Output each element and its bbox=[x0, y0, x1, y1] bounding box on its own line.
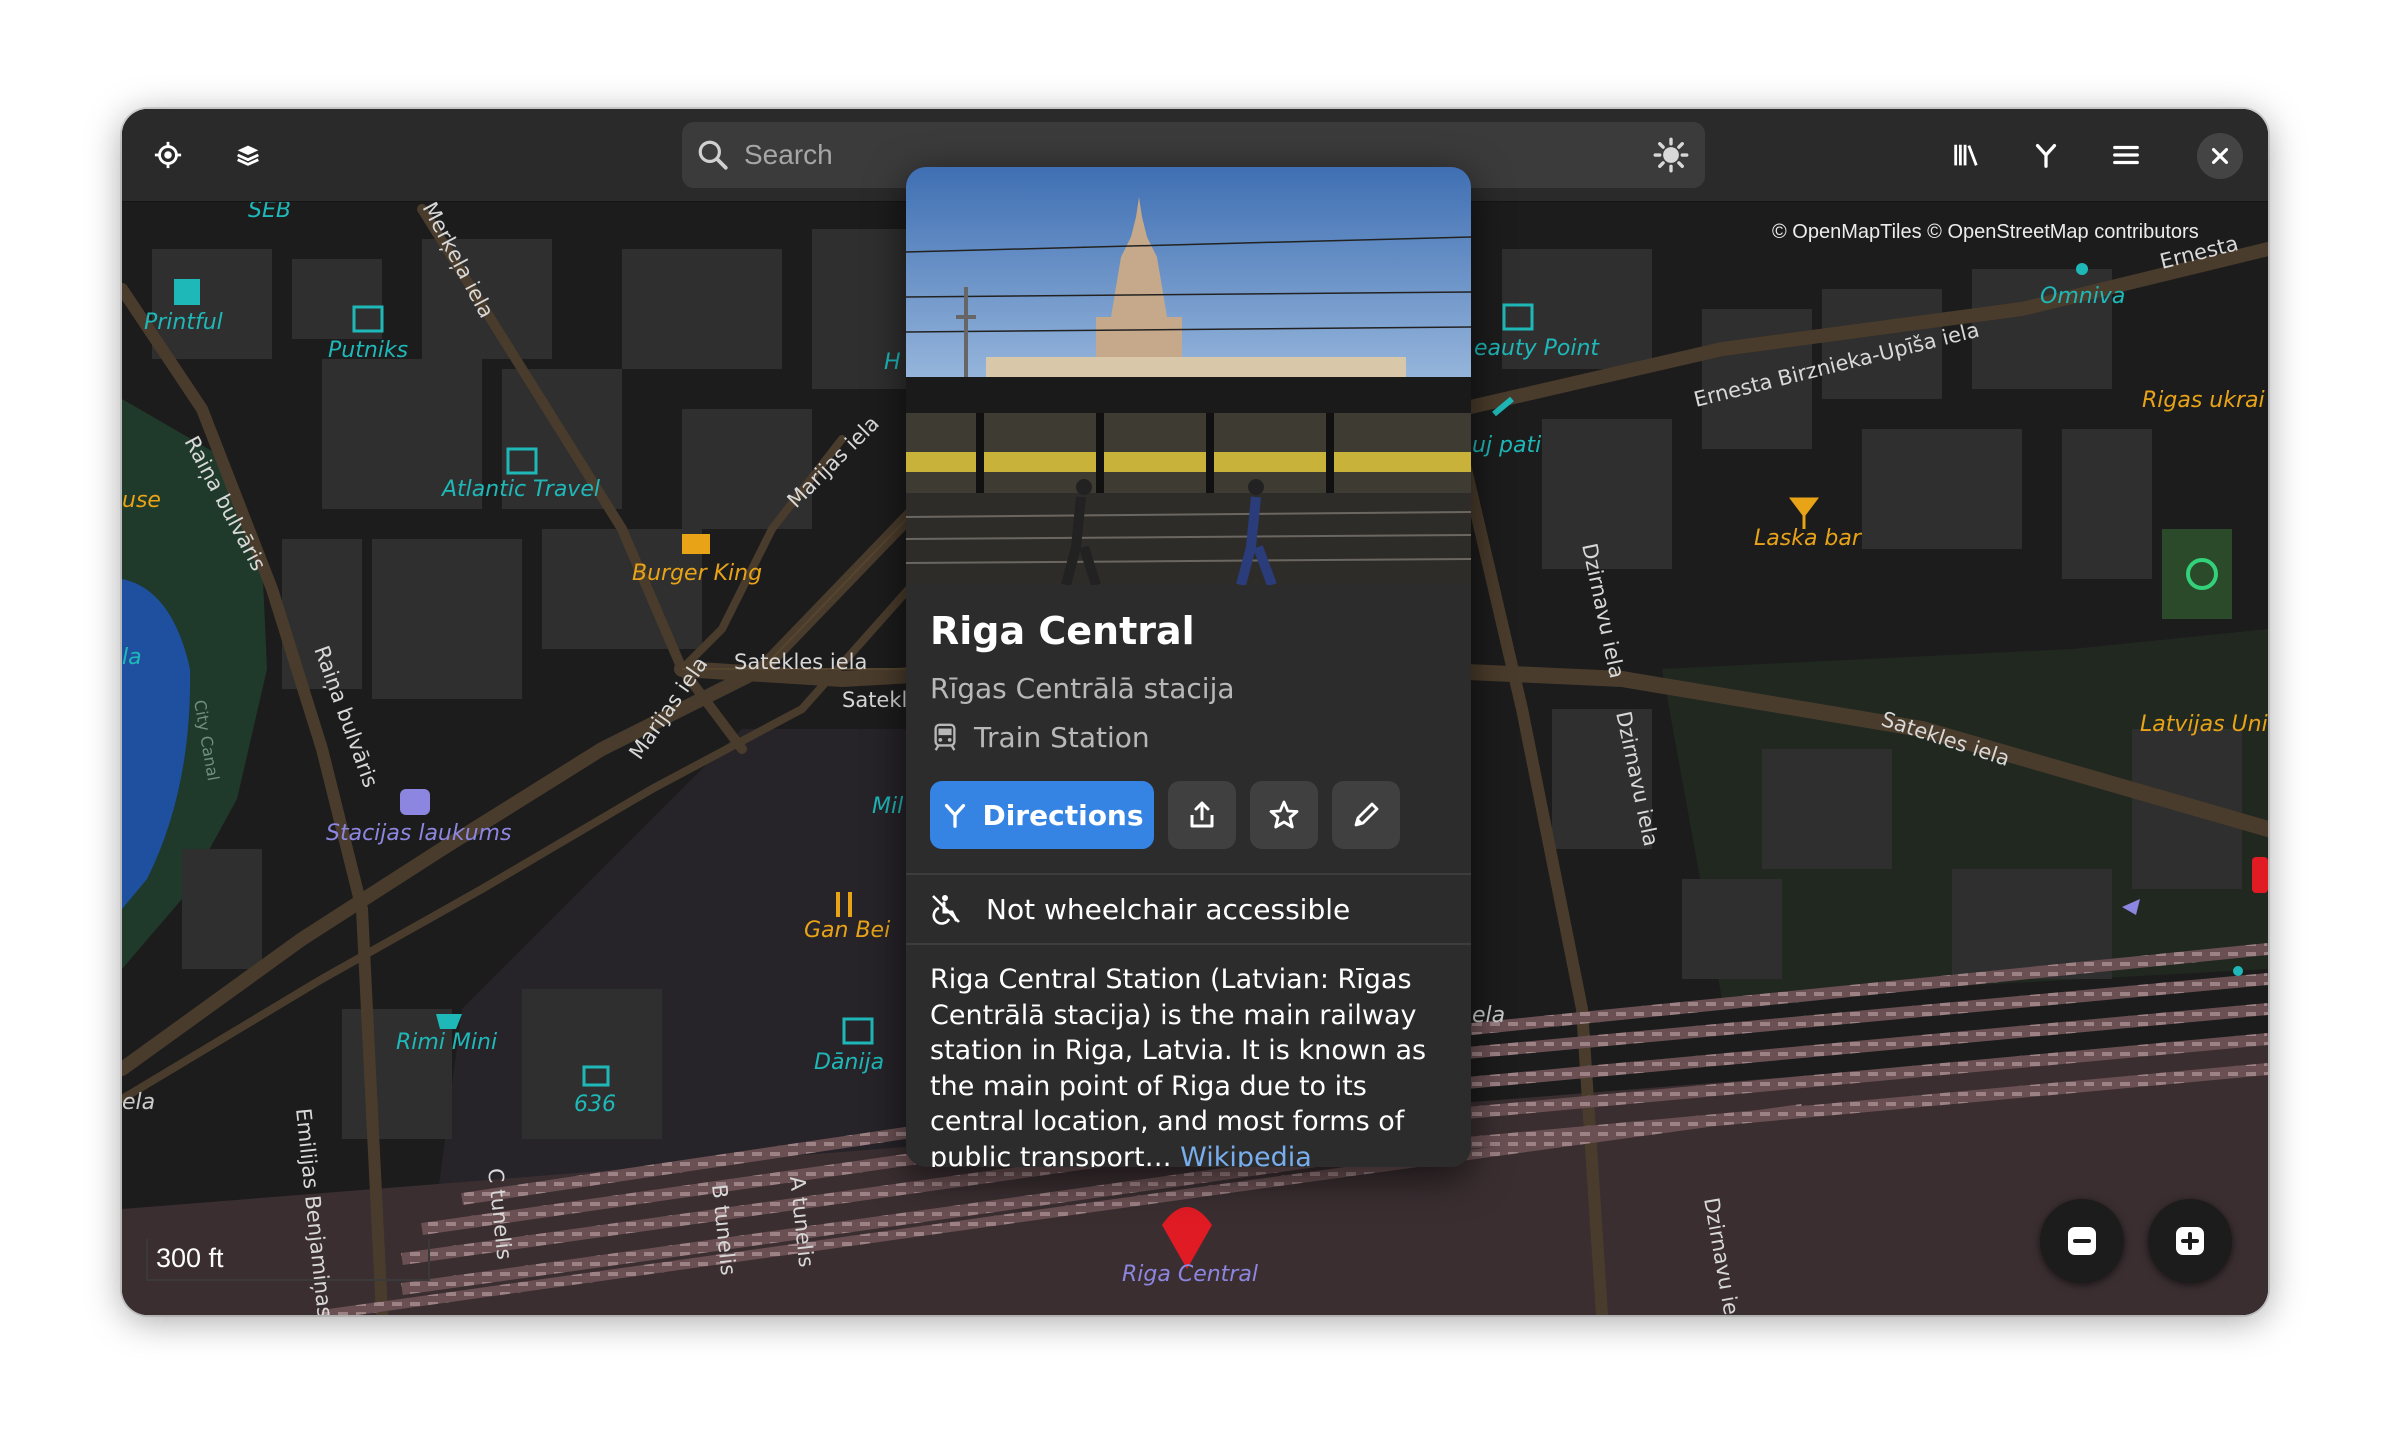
wheelchair-not-accessible-icon bbox=[932, 895, 960, 925]
library-button[interactable] bbox=[1942, 131, 1990, 179]
poi-label: 636 bbox=[574, 1092, 616, 1117]
route-icon bbox=[945, 803, 966, 828]
poi-label: Latvijas Univ bbox=[2140, 712, 2268, 737]
zoom-out-icon bbox=[2068, 1227, 2096, 1255]
hamburger-menu-icon bbox=[2113, 145, 2139, 165]
share-icon bbox=[1190, 801, 1214, 828]
marker-label: Riga Central bbox=[1122, 1262, 1258, 1287]
poi-label: Printful bbox=[144, 310, 223, 335]
poi-label: ela bbox=[1472, 1003, 1505, 1028]
main-menu-button[interactable] bbox=[2102, 131, 2150, 179]
train-icon bbox=[934, 723, 956, 751]
place-type: Train Station bbox=[930, 719, 1150, 755]
poi-label: Burger King bbox=[632, 561, 762, 586]
place-photo bbox=[906, 167, 1471, 585]
place-type-label: Train Station bbox=[974, 720, 1150, 754]
poi-label: la bbox=[122, 645, 142, 670]
poi-label: Rimi Mini bbox=[396, 1030, 497, 1055]
route-icon bbox=[2035, 143, 2057, 168]
place-native-name: Rīgas Centrālā stacija bbox=[930, 672, 1235, 705]
separator bbox=[906, 873, 1471, 875]
poi-label: Putniks bbox=[328, 338, 408, 363]
close-window-button[interactable] bbox=[2197, 133, 2243, 179]
poi-label: Mil bbox=[872, 794, 903, 819]
place-description: Riga Central Station (Latvian: Rīgas Cen… bbox=[930, 962, 1455, 1167]
poi-label: eauty Point bbox=[1474, 336, 1600, 361]
poi-label: use bbox=[122, 488, 161, 513]
poi-label: ela bbox=[122, 1090, 155, 1115]
street-label: Satekles iela bbox=[734, 650, 867, 674]
routing-button[interactable] bbox=[2022, 131, 2070, 179]
close-icon bbox=[2211, 147, 2229, 165]
star-icon bbox=[1269, 800, 1299, 829]
poi-label: Rigas ukrai bbox=[2142, 388, 2265, 413]
search-input[interactable]: Search bbox=[744, 139, 833, 171]
wikipedia-link[interactable]: Wikipedia bbox=[1180, 1142, 1312, 1168]
zoom-out-button[interactable] bbox=[2040, 1199, 2124, 1283]
map-attribution[interactable]: © OpenMapTiles © OpenStreetMap contribut… bbox=[1772, 221, 2199, 244]
place-popover: Riga Central Rīgas Centrālā stacija Trai… bbox=[906, 167, 1471, 1167]
directions-button[interactable]: Directions bbox=[930, 781, 1154, 849]
poi-label: Omniva bbox=[2040, 284, 2125, 309]
edit-button[interactable] bbox=[1332, 781, 1400, 849]
app-window: SEB Printful Putniks Atlantic Travel use… bbox=[122, 109, 2268, 1315]
poi-label: H bbox=[884, 350, 901, 375]
street-label: Satekl bbox=[842, 688, 907, 712]
poi-label: Laska bar bbox=[1754, 526, 1863, 551]
accessibility-label: Not wheelchair accessible bbox=[986, 892, 1351, 926]
poi-label: Dānija bbox=[814, 1050, 884, 1075]
zoom-in-icon bbox=[2176, 1227, 2204, 1255]
pencil-icon bbox=[1354, 802, 1379, 827]
poi-dot[interactable] bbox=[2233, 966, 2243, 976]
search-icon bbox=[698, 140, 728, 170]
separator bbox=[906, 943, 1471, 945]
scale-label: 300 ft bbox=[156, 1243, 224, 1273]
post-icon[interactable] bbox=[2076, 263, 2088, 275]
fast-food-icon[interactable] bbox=[682, 534, 710, 554]
accessibility-info: Not wheelchair accessible bbox=[930, 889, 1350, 929]
poi-label: Stacijas laukums bbox=[326, 821, 511, 846]
field-area bbox=[2162, 529, 2232, 619]
poi-label: Gan Bei bbox=[804, 918, 890, 943]
sun-icon[interactable] bbox=[1653, 137, 1689, 173]
poi-label: uj pati bbox=[1472, 433, 1541, 458]
description-text: Riga Central Station (Latvian: Rīgas Cen… bbox=[930, 964, 1427, 1167]
locate-button[interactable] bbox=[144, 131, 192, 179]
poi-label: Atlantic Travel bbox=[440, 477, 600, 502]
crosshair-icon bbox=[154, 141, 182, 169]
marker-edge bbox=[2252, 857, 2268, 893]
place-title: Riga Central bbox=[930, 609, 1195, 653]
office-icon[interactable] bbox=[174, 279, 200, 305]
share-button[interactable] bbox=[1168, 781, 1236, 849]
bus-stop-icon[interactable] bbox=[400, 789, 430, 815]
layers-icon bbox=[237, 145, 259, 166]
library-icon bbox=[1954, 144, 1978, 166]
map-scale: 300 ft bbox=[146, 1239, 430, 1281]
layers-button[interactable] bbox=[224, 131, 272, 179]
favorite-button[interactable] bbox=[1250, 781, 1318, 849]
directions-label: Directions bbox=[982, 798, 1144, 832]
zoom-in-button[interactable] bbox=[2148, 1199, 2232, 1283]
